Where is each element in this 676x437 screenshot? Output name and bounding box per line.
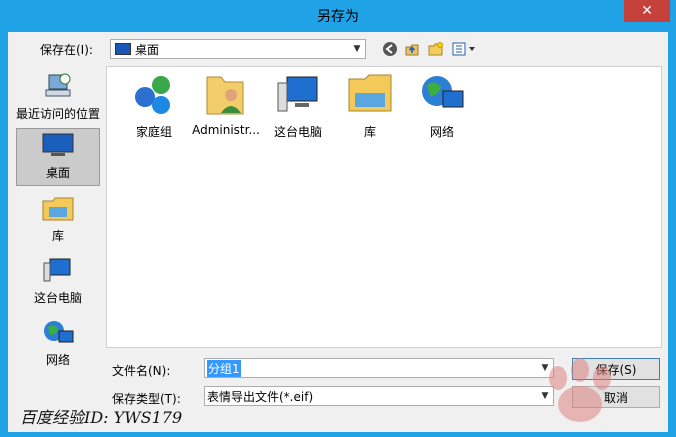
desktop-icon (42, 133, 74, 156)
place-label: 这台电脑 (33, 291, 82, 305)
user-folder-icon (206, 76, 244, 115)
close-button[interactable]: ✕ (624, 0, 670, 22)
library-icon (348, 74, 392, 112)
library-icon (42, 197, 74, 221)
location-value: 桌面 (135, 42, 160, 57)
place-label: 桌面 (45, 166, 70, 180)
list-item-homegroup[interactable]: 家庭组 (119, 71, 189, 141)
desktop-icon (115, 43, 131, 55)
watermark-text: 百度经验ID: YWS179 (20, 408, 183, 427)
item-label: 网络 (429, 125, 454, 139)
place-libraries[interactable]: 库 (16, 190, 100, 248)
location-row: 保存在(I): 桌面 ▼ (8, 32, 668, 66)
homegroup-icon (135, 76, 170, 114)
item-label: Administr... (192, 123, 260, 137)
places-bar: 最近访问的位置 桌面 库 这台电脑 网络 (12, 66, 104, 386)
close-icon: ✕ (641, 3, 653, 19)
up-folder-icon[interactable] (404, 41, 420, 57)
place-label: 库 (51, 229, 64, 243)
place-recent[interactable]: 最近访问的位置 (16, 68, 100, 126)
filename-input[interactable]: 分组1 ▼ (204, 358, 554, 378)
filetype-select[interactable]: 表情导出文件(*.eif) ▼ (204, 386, 554, 406)
filename-label: 文件名(N): (112, 364, 171, 378)
chevron-down-icon[interactable]: ▼ (351, 43, 363, 55)
location-combo[interactable]: 桌面 ▼ (110, 39, 366, 59)
recent-places-icon (45, 73, 71, 97)
place-label: 最近访问的位置 (16, 107, 101, 121)
new-folder-icon[interactable] (428, 41, 444, 57)
watermark-logo (549, 358, 611, 422)
list-item-network[interactable]: 网络 (407, 71, 477, 141)
title-bar[interactable]: 另存为 ✕ (0, 0, 676, 32)
computer-icon (277, 76, 318, 112)
window-title: 另存为 (317, 9, 359, 25)
network-icon (422, 76, 464, 108)
list-item-libraries[interactable]: 库 (335, 71, 405, 141)
place-desktop[interactable]: 桌面 (16, 128, 100, 186)
item-label: 家庭组 (135, 125, 172, 139)
view-menu-icon[interactable] (452, 41, 478, 57)
save-as-dialog: 另存为 ✕ 保存在(I): 桌面 ▼ 最近访问的位置 桌面 库 这台电脑 网络 … (0, 0, 676, 437)
back-icon[interactable] (382, 41, 398, 57)
save-in-label: 保存在(I): (40, 43, 93, 57)
filename-value: 分组1 (207, 359, 241, 377)
network-icon (44, 321, 74, 343)
item-label: 库 (363, 125, 376, 139)
list-item-this-pc[interactable]: 这台电脑 (263, 71, 333, 141)
item-label: 这台电脑 (273, 125, 322, 139)
computer-icon (43, 258, 71, 282)
place-this-pc[interactable]: 这台电脑 (16, 252, 100, 310)
file-list[interactable]: 家庭组 Administr... 这台电脑 库 网络 (106, 66, 662, 348)
filetype-value: 表情导出文件(*.eif) (207, 389, 314, 404)
list-item-administrator[interactable]: Administr... (191, 71, 261, 141)
